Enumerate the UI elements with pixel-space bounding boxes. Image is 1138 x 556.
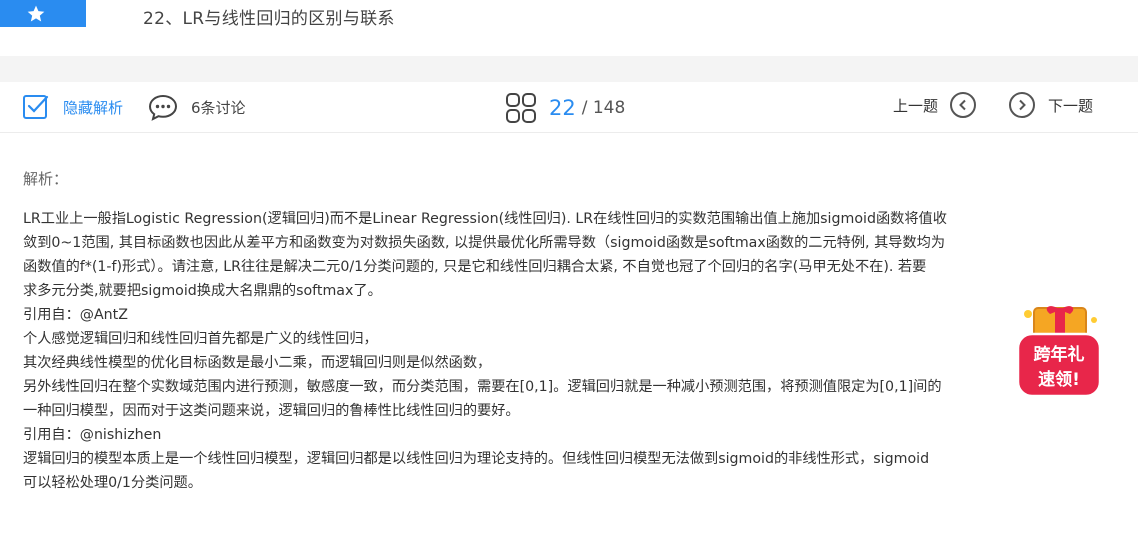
previous-question-button[interactable]: 上一题 [893,92,977,118]
question-pager[interactable]: 22 / 148 [505,92,625,124]
analysis-line: 其次经典线性模型的优化目标函数是最小二乘，而逻辑回归则是似然函数， [23,355,492,371]
section-divider [0,56,1138,82]
analysis-line: 另外线性回归在整个实数域范围内进行预测，敏感度一致，而分类范围，需要在[0,1]… [23,379,942,395]
analysis-section: 解析： LR工业上一般指Logistic Regression(逻辑回归)而不是… [23,168,1118,495]
promo-line2: 速领! [1038,369,1080,390]
checkbox-icon [23,95,49,119]
promo-line1: 跨年礼 [1034,344,1085,365]
analysis-line: 敛到0~1范围, 其目标函数也因此从差平方和函数变为对数损失函数, 以提供最优化… [23,235,946,251]
citation-line: 引用自：@AntZ [23,307,128,323]
analysis-line: 一种回归模型，因而对于这类问题来说，逻辑回归的鲁棒性比线性回归的要好。 [23,403,520,419]
analysis-line: 个人感觉逻辑回归和线性回归首先都是广义的线性回归， [23,331,378,347]
chevron-right-icon [1009,92,1035,118]
analysis-line: 可以轻松处理0/1分类问题。 [23,475,202,491]
next-label: 下一题 [1048,96,1094,115]
analysis-line: 函数值的f*(1-f)形式）。请注意, LR往往是解决二元0/1分类问题的, 只… [23,259,927,275]
analysis-line: LR工业上一般指Logistic Regression(逻辑回归)而不是Line… [23,211,947,227]
total-pages: / 148 [581,98,626,118]
discussion-button[interactable]: 6条讨论 [148,93,246,121]
analysis-heading: 解析： [23,170,69,188]
previous-label: 上一题 [893,96,939,115]
hide-analysis-label: 隐藏解析 [63,98,124,117]
discussion-count-label: 6条讨论 [191,98,246,117]
question-toolbar: 隐藏解析 6条讨论 22 / 148 上一题 下一题 [0,82,1138,133]
analysis-line: 求多元分类,就要把sigmoid换成大名鼎鼎的softmax了。 [23,283,382,299]
next-question-button[interactable]: 下一题 [1009,92,1093,118]
star-icon [27,5,45,22]
chevron-left-icon [950,92,977,118]
question-title: 22、LR与线性回归的区别与联系 [143,9,395,29]
current-page-number: 22 [549,96,576,120]
citation-line: 引用自：@nishizhen [23,427,162,443]
question-header: 22、LR与线性回归的区别与联系 [0,0,1138,56]
favorite-button[interactable] [0,0,86,27]
new-year-gift-promo-badge[interactable]: 跨年礼 速领! [1014,304,1104,400]
hide-analysis-button[interactable]: 隐藏解析 [22,93,123,121]
analysis-line: 逻辑回归的模型本质上是一个线性回归模型，逻辑回归都是以线性回归为理论支持的。但线… [23,451,930,467]
comment-icon [148,94,178,121]
grid-icon [506,93,536,123]
